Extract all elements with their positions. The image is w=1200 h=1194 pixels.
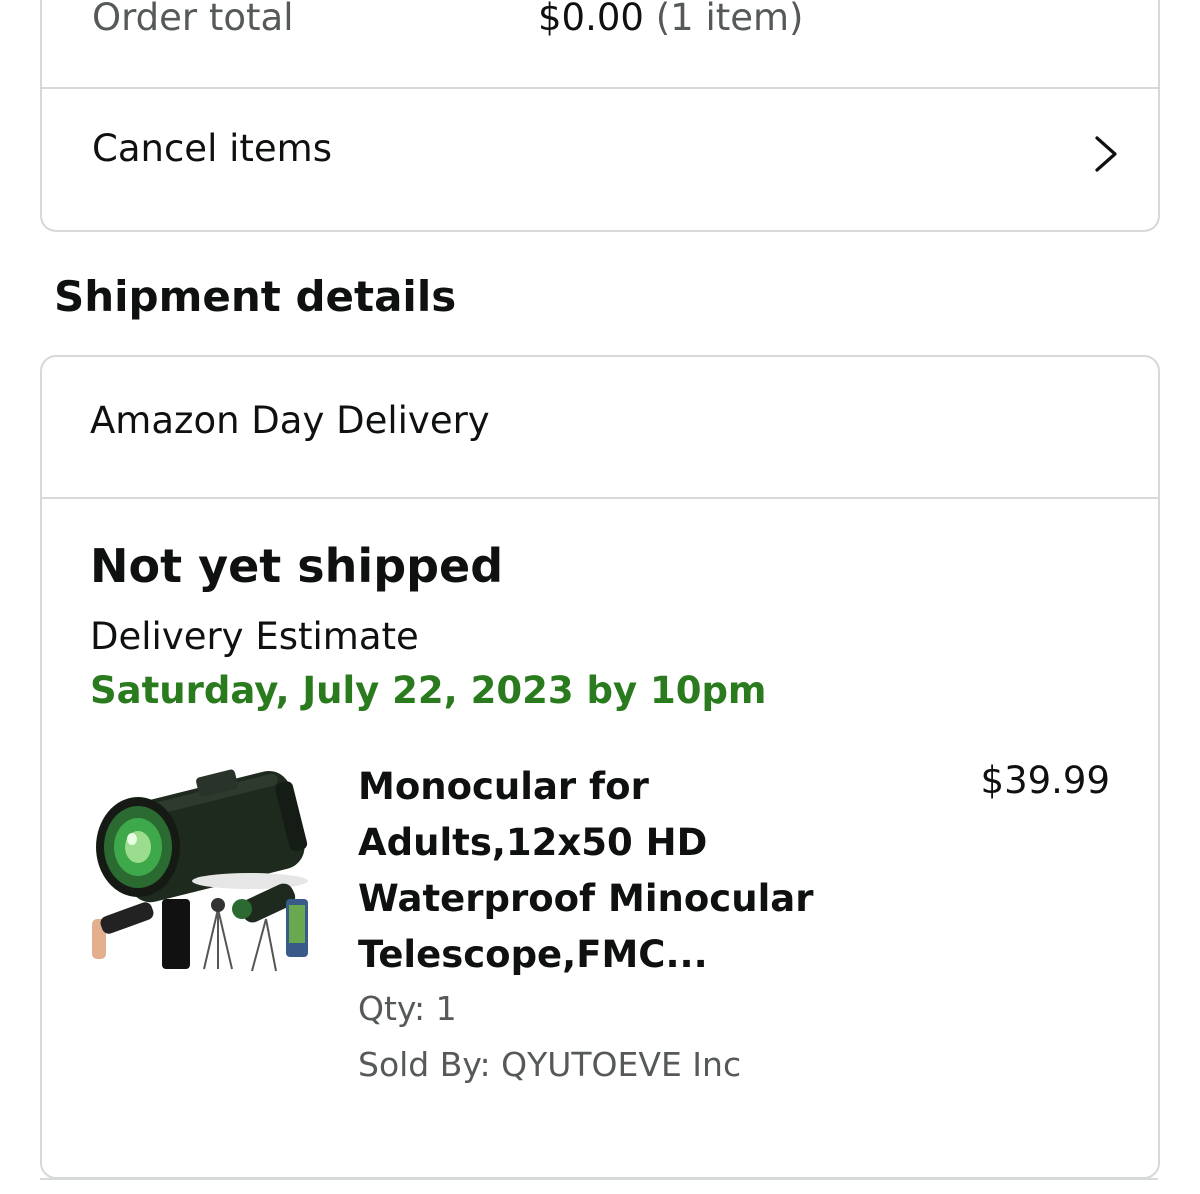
order-total-label: Order total [92, 0, 294, 39]
product-title-link[interactable]: Monocular for Adults,12x50 HD Waterproof… [358, 759, 828, 983]
order-details-page: Order total $0.00 (1 item) Cancel items … [0, 0, 1200, 1194]
shipment-card: Amazon Day Delivery Not yet shipped Deli… [40, 355, 1160, 1179]
monocular-product-image[interactable] [90, 759, 314, 979]
order-total-amount: $0.00 [538, 0, 644, 39]
shipment-status: Not yet shipped [90, 539, 504, 593]
order-total-count: (1 item) [655, 0, 804, 39]
order-total-row: Order total $0.00 (1 item) [92, 0, 1112, 88]
product-seller: Sold By: QYUTOEVE Inc [358, 1045, 742, 1084]
order-summary-card: Order total $0.00 (1 item) Cancel items [40, 0, 1160, 232]
divider [40, 1178, 1158, 1180]
cancel-items-button[interactable]: Cancel items [42, 89, 1158, 228]
delivery-estimate-date: Saturday, July 22, 2023 by 10pm [90, 669, 767, 712]
product-price: $39.99 [980, 759, 1110, 802]
cancel-items-label: Cancel items [92, 127, 332, 170]
delivery-type-label: Amazon Day Delivery [90, 399, 490, 442]
chevron-right-icon [1095, 136, 1117, 172]
delivery-estimate-label: Delivery Estimate [90, 615, 419, 658]
divider [42, 497, 1158, 499]
product-quantity: Qty: 1 [358, 989, 457, 1028]
shipment-details-title: Shipment details [54, 272, 457, 321]
order-total-value: $0.00 (1 item) [538, 0, 803, 39]
